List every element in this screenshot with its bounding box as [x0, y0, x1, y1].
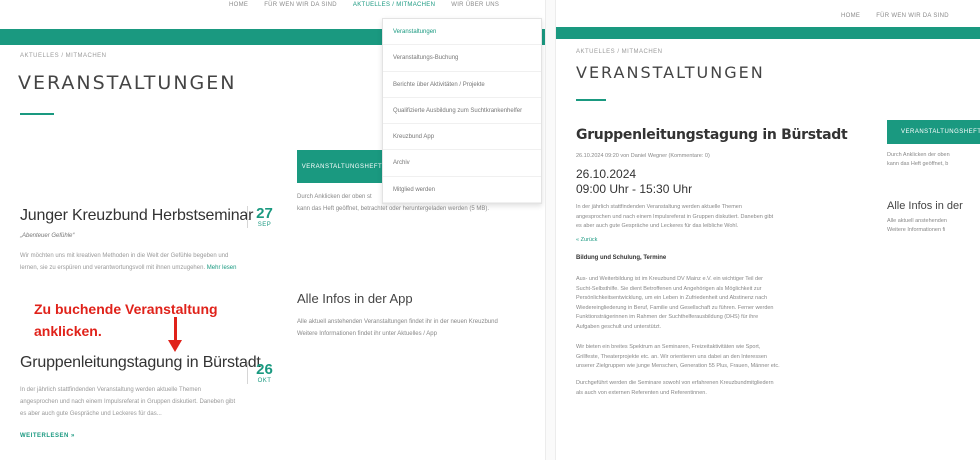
nav-aktuelles[interactable]: AKTUELLES / MITMACHEN	[353, 2, 435, 8]
event-title-herbstseminar[interactable]: Junger Kreuzbund Herbstseminar	[20, 207, 253, 225]
menu-item-archiv[interactable]: Archiv	[383, 150, 541, 177]
paragraph-angebot: Wir bieten ein breites Spektrum an Semin…	[576, 344, 780, 369]
header-bar	[556, 27, 980, 39]
event-date-badge: 26 OKT	[247, 362, 275, 384]
title-underline	[576, 99, 606, 101]
menu-item-berichte[interactable]: Berichte über Aktivitäten / Projekte	[383, 72, 541, 98]
event-datetime: 26.10.2024 09:00 Uhr - 15:30 Uhr	[576, 167, 693, 196]
menu-item-mitglied[interactable]: Mitglied werden	[383, 177, 541, 204]
veranstaltungsheft-button[interactable]: VERANSTALTUNGSHEFT	[297, 150, 387, 183]
read-more-button[interactable]: WEITERLESEN »	[20, 433, 75, 439]
section-heading: Bildung und Schulung, Termine	[576, 255, 667, 261]
paragraph-bildung: Aus- und Weiterbildung ist im Kreuzbund …	[576, 276, 774, 330]
paragraph-referenten: Durchgeführt werden die Seminare sowohl …	[576, 380, 774, 396]
page-title: VERANSTALTUNGEN	[18, 72, 237, 94]
arrow-down-icon	[168, 340, 182, 352]
event-teaser: Wir möchten uns mit kreativen Methoden i…	[20, 253, 237, 271]
menu-item-ausbildung[interactable]: Qualifizierte Ausbildung zum Suchtkranke…	[383, 98, 541, 125]
page-title: VERANSTALTUNGEN	[576, 63, 765, 82]
menu-item-veranstaltungen[interactable]: Veranstaltungen	[383, 19, 541, 46]
nav-home[interactable]: HOME	[229, 2, 248, 8]
menu-item-app[interactable]: Kreuzbund App	[383, 124, 541, 151]
event-teaser: In der jährlich stattfindenden Veranstal…	[20, 387, 236, 417]
breadcrumb[interactable]: AKTUELLES / MITMACHEN	[576, 49, 663, 55]
nav-fuer-wen[interactable]: FÜR WEN WIR DA SIND	[264, 2, 337, 8]
app-heading: Alle Infos in der App	[297, 291, 413, 306]
screenshot-event-detail: HOME FÜR WEN WIR DA SIND AKTUELLES / MIT…	[556, 0, 980, 460]
app-description: Alle aktuell anstehenden Veranstaltungen…	[297, 319, 498, 337]
menu-item-buchung[interactable]: Veranstaltungs-Buchung	[383, 45, 541, 72]
nav-fuer-wen[interactable]: FÜR WEN WIR DA SIND	[876, 13, 949, 19]
main-nav: HOME FÜR WEN WIR DA SIND AKTUELLES / MIT…	[229, 2, 499, 8]
title-underline	[20, 113, 54, 115]
annotation-instruction: Zu buchende Veranstaltung anklicken.	[34, 301, 218, 339]
nav-ueber-uns[interactable]: WIR ÜBER UNS	[451, 2, 499, 8]
breadcrumb[interactable]: AKTUELLES / MITMACHEN	[20, 53, 107, 59]
heft-description: Durch Anklicken der oben kann das Heft g…	[887, 152, 950, 167]
app-heading: Alle Infos in der	[887, 200, 963, 212]
screenshot-event-list: HOME FÜR WEN WIR DA SIND AKTUELLES / MIT…	[0, 0, 545, 460]
event-date-badge: 27 SEP	[247, 206, 275, 228]
event-intro: In der jährlich stattfindenden Veranstal…	[576, 204, 774, 229]
aktuelles-dropdown-menu: Veranstaltungen Veranstaltungs-Buchung B…	[382, 18, 542, 205]
event-meta: 26.10.2024 09:20 von Daniel Wegner (Komm…	[576, 153, 710, 159]
event-subtitle: „Abenteuer Gefühle“	[20, 233, 75, 239]
read-more-link[interactable]: Mehr lesen	[207, 265, 237, 271]
screenshot-divider	[545, 0, 556, 460]
event-title-gruppenleitungstagung[interactable]: Gruppenleitungstagung in Bürstadt	[20, 354, 261, 372]
veranstaltungsheft-button[interactable]: VERANSTALTUNGSHEFT	[887, 120, 980, 144]
back-link[interactable]: « Zurück	[576, 237, 597, 243]
nav-home[interactable]: HOME	[841, 13, 860, 19]
app-description: Alle aktuell anstehenden Weitere Informa…	[887, 218, 947, 233]
event-detail-title: Gruppenleitungstagung in Bürstadt	[576, 127, 848, 143]
main-nav: HOME FÜR WEN WIR DA SIND	[841, 13, 949, 19]
